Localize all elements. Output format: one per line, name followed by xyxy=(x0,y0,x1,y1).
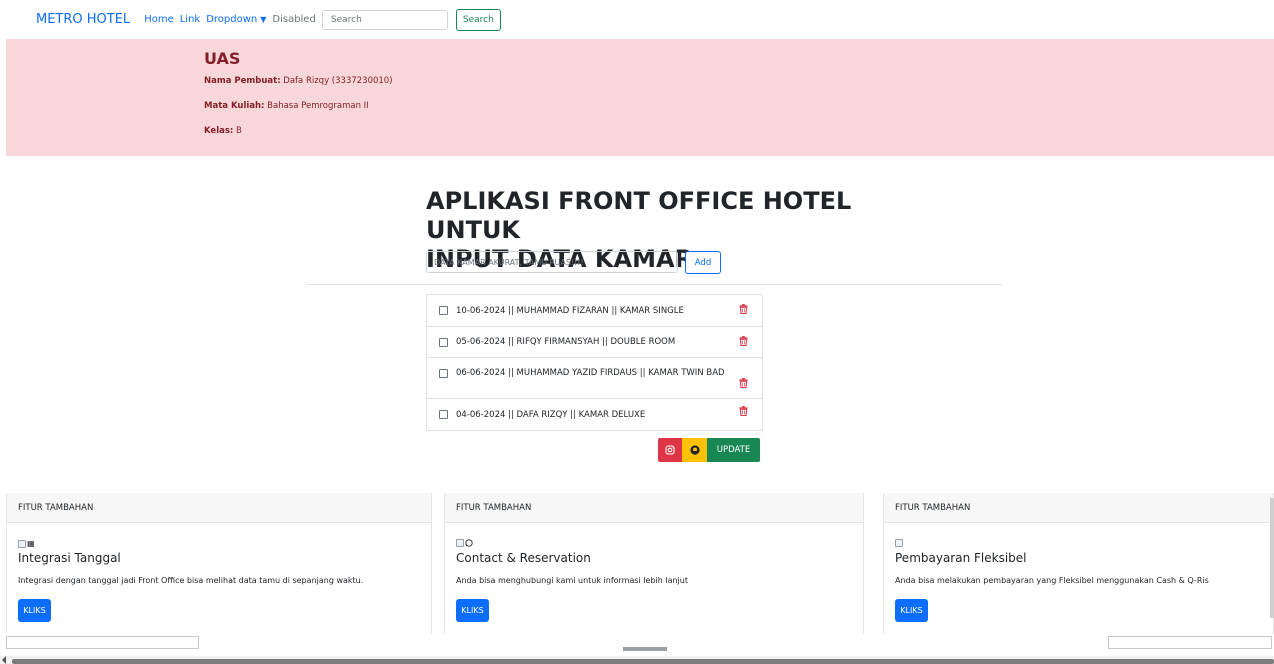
checkbox[interactable] xyxy=(439,410,448,419)
kliks-button[interactable]: KLIKS xyxy=(895,599,928,622)
page-title-line1: APLIKASI FRONT OFFICE HOTEL UNTUK xyxy=(426,187,852,244)
list-item: 10-06-2024 || MUHAMMAD FIZARAN || KAMAR … xyxy=(427,295,762,327)
feature-card: FITUR TAMBAHAN ▦ Integrasi Tanggal Integ… xyxy=(6,493,432,634)
chevron-down-icon: ▼ xyxy=(260,15,267,24)
card-title: Pembayaran Fleksibel xyxy=(895,551,1027,565)
card-title: Contact & Reservation xyxy=(456,551,591,565)
instagram-icon xyxy=(665,445,675,455)
room-list: 10-06-2024 || MUHAMMAD FIZARAN || KAMAR … xyxy=(426,294,763,431)
github-icon xyxy=(689,445,700,455)
carousel-next-button[interactable] xyxy=(1108,636,1272,649)
alert-class-value: B xyxy=(233,126,242,136)
alert-class: Kelas: B xyxy=(204,126,242,136)
list-item-text: 10-06-2024 || MUHAMMAD FIZARAN || KAMAR … xyxy=(456,305,684,316)
list-item: 04-06-2024 || DAFA RIZQY || KAMAR DELUXE xyxy=(427,399,762,430)
nav-dropdown[interactable]: Dropdown ▼ xyxy=(206,14,266,25)
nav-home-link[interactable]: Home xyxy=(144,14,174,25)
alert-class-label: Kelas: xyxy=(204,126,234,136)
alert-course: Mata Kuliah: Bahasa Pemrograman II xyxy=(204,101,369,111)
alert-author-value: Dafa Rizqy (3337230010) xyxy=(280,76,393,86)
instagram-button[interactable] xyxy=(658,438,682,462)
feature-card: FITUR TAMBAHAN Pembayaran Fleksibel Anda… xyxy=(883,493,1274,634)
alert-course-label: Mata Kuliah: xyxy=(204,101,265,111)
divider xyxy=(306,284,1002,285)
card-header: FITUR TAMBAHAN xyxy=(445,493,863,523)
card-text: Integrasi dengan tanggal jadi Front Offi… xyxy=(18,576,364,585)
nav-disabled-link: Disabled xyxy=(272,14,316,25)
broken-image-icon xyxy=(895,539,903,547)
card-title: Integrasi Tanggal xyxy=(18,551,121,565)
calendar-icon: ▦ xyxy=(27,539,35,548)
search-button[interactable]: Search xyxy=(455,8,501,31)
room-data-input[interactable]: DATA KAMAR AKURAT, TAMU PUAS!!!! xyxy=(426,251,678,273)
update-button[interactable]: UPDATE xyxy=(707,438,760,462)
navbar-brand[interactable]: METRO HOTEL xyxy=(36,12,130,27)
alert-author-label: Nama Pembuat: xyxy=(204,76,281,86)
alert-title: UAS xyxy=(204,49,241,68)
trash-icon[interactable] xyxy=(739,304,748,314)
card-image: ▦ xyxy=(18,539,35,548)
card-text: Anda bisa menghubungi kami untuk informa… xyxy=(456,576,688,585)
alert-course-value: Bahasa Pemrograman II xyxy=(264,101,369,111)
vertical-scrollbar[interactable] xyxy=(1270,498,1274,618)
trash-icon[interactable] xyxy=(739,336,748,346)
list-item-text: 06-06-2024 || MUHAMMAD YAZID FIRDAUS || … xyxy=(456,368,725,378)
search-input[interactable]: Search xyxy=(321,9,448,30)
trash-icon[interactable] xyxy=(739,406,748,416)
broken-image-icon xyxy=(18,539,26,548)
card-text: Anda bisa melakukan pembayaran yang Flek… xyxy=(895,576,1209,585)
kliks-button[interactable]: KLIKS xyxy=(18,599,51,622)
carousel-indicators[interactable] xyxy=(623,647,667,651)
checkbox[interactable] xyxy=(439,306,448,315)
card-header: FITUR TAMBAHAN xyxy=(884,493,1273,523)
list-item: 06-06-2024 || MUHAMMAD YAZID FIRDAUS || … xyxy=(427,358,762,399)
trash-icon[interactable] xyxy=(739,378,748,388)
card-header: FITUR TAMBAHAN xyxy=(7,493,431,523)
carousel-prev-button[interactable] xyxy=(6,636,199,649)
nav-link-link[interactable]: Link xyxy=(180,14,200,25)
nav-dropdown-label: Dropdown xyxy=(206,14,258,25)
feature-card: FITUR TAMBAHAN Contact & Reservation And… xyxy=(444,493,864,634)
card-image xyxy=(456,539,473,547)
github-button[interactable] xyxy=(682,438,707,462)
scrollbar-thumb[interactable] xyxy=(12,659,1274,664)
nav-links: Home Link Dropdown ▼ Disabled xyxy=(144,14,322,25)
kliks-button[interactable]: KLIKS xyxy=(456,599,489,622)
navbar: METRO HOTEL Home Link Dropdown ▼ Disabled… xyxy=(0,0,1274,39)
checkbox[interactable] xyxy=(439,337,448,347)
alert-author: Nama Pembuat: Dafa Rizqy (3337230010) xyxy=(204,76,393,86)
card-image xyxy=(895,539,903,547)
info-alert: UAS Nama Pembuat: Dafa Rizqy (3337230010… xyxy=(6,39,1274,156)
add-button[interactable]: Add xyxy=(685,251,721,274)
broken-image-icon xyxy=(456,539,464,547)
list-item-text: 05-06-2024 || RIFQY FIRMANSYAH || DOUBLE… xyxy=(456,337,676,347)
list-item-text: 04-06-2024 || DAFA RIZQY || KAMAR DELUXE xyxy=(456,409,646,420)
checkbox[interactable] xyxy=(439,369,448,378)
scroll-left-icon[interactable] xyxy=(2,656,6,664)
list-item: 05-06-2024 || RIFQY FIRMANSYAH || DOUBLE… xyxy=(427,327,762,358)
whatsapp-icon xyxy=(465,539,473,547)
